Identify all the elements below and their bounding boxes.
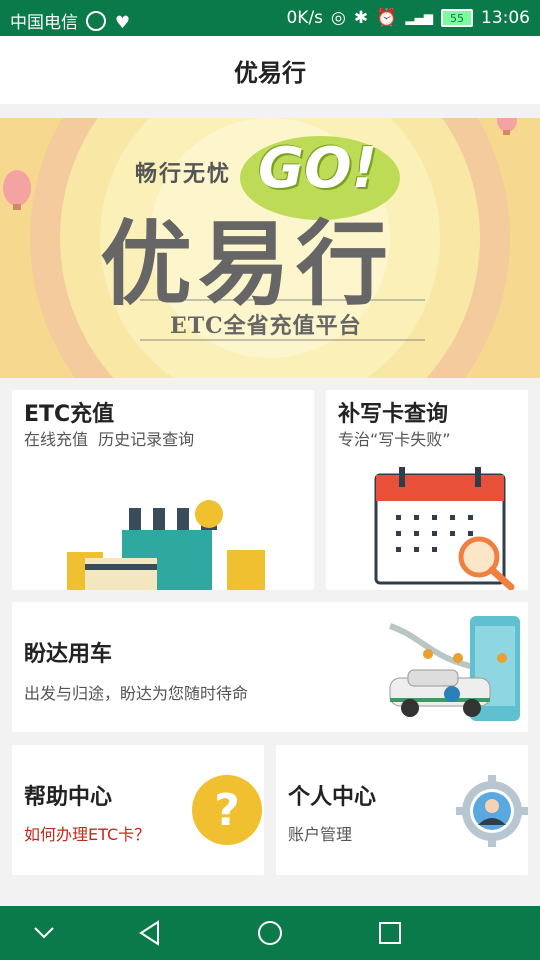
rewrite-card-subtitle: 专治“写卡失败” xyxy=(338,430,451,449)
banner-text-layer: 畅行无忧 GO! 优易行 ETC全省充值平台 xyxy=(0,118,540,378)
battery-level: 55 xyxy=(450,11,464,25)
rewrite-card-query-card[interactable]: 补写卡查询 专治“写卡失败” xyxy=(326,390,528,590)
etc-recharge-card[interactable]: ETC充值 在线充值 历史记录查询 xyxy=(12,390,314,590)
app-notification-icon xyxy=(86,11,107,31)
nav-recents-icon[interactable] xyxy=(373,916,407,950)
app-header: 优易行 xyxy=(0,36,540,104)
help-center-card[interactable]: 帮助中心 如何办理ETC卡？ ? xyxy=(12,745,264,875)
nav-back-icon[interactable] xyxy=(133,916,167,950)
help-center-link[interactable]: 如何办理ETC卡？ xyxy=(24,821,150,845)
wifi-icon: ◎ xyxy=(331,8,346,28)
network-speed: 0K/s xyxy=(286,8,324,28)
panda-car-card[interactable]: 盼达用车 出发与归途，盼达为您随时待命 xyxy=(12,602,528,732)
status-right: 0K/s ◎ ✱ ⏰ ▂▄▆ 55 13:06 xyxy=(286,8,530,28)
help-center-title: 帮助中心 xyxy=(24,785,113,810)
car-phone-illustration-icon xyxy=(389,616,520,721)
carrier-label: 中国电信 ♥ xyxy=(10,8,130,33)
bluetooth-icon: ✱ xyxy=(353,8,369,28)
rewrite-card-title: 补写卡查询 xyxy=(338,402,449,427)
panda-car-subtitle: 出发与归途，盼达为您随时待命 xyxy=(24,684,249,703)
personal-center-subtitle: 账户管理 xyxy=(288,825,353,844)
etc-recharge-subtitle: 在线充值 历史记录查询 xyxy=(24,430,195,449)
system-nav-bar xyxy=(0,906,540,960)
carrier-name: 中国电信 xyxy=(10,13,78,33)
calendar-search-icon xyxy=(374,467,515,590)
nav-home-icon[interactable] xyxy=(253,916,287,950)
banner-brand: 优易行 xyxy=(100,210,395,318)
etc-recharge-title: ETC充值 xyxy=(24,402,115,427)
page-title: 优易行 xyxy=(234,58,306,87)
user-gear-icon xyxy=(456,775,528,847)
banner-slogan: 畅行无忧 xyxy=(135,161,232,187)
personal-center-title: 个人中心 xyxy=(288,785,377,810)
shop-illustration-icon xyxy=(67,500,265,590)
alarm-icon: ⏰ xyxy=(376,8,398,28)
status-bar: 中国电信 ♥ 0K/s ◎ ✱ ⏰ ▂▄▆ 55 13:06 xyxy=(0,0,540,36)
question-mark-icon: ? xyxy=(192,775,262,845)
signal-icon: ▂▄▆ xyxy=(405,11,433,25)
heart-rate-icon: ♥ xyxy=(114,13,131,33)
nav-collapse-chevron-icon[interactable] xyxy=(27,916,61,950)
banner-tagline: ETC全省充值平台 xyxy=(170,313,362,339)
panda-car-title: 盼达用车 xyxy=(24,642,113,667)
clock: 13:06 xyxy=(481,8,530,28)
personal-center-card[interactable]: 个人中心 账户管理 xyxy=(276,745,528,875)
promo-banner[interactable]: 畅行无忧 GO! 优易行 ETC全省充值平台 xyxy=(0,118,540,378)
battery-icon: 55 xyxy=(441,9,473,27)
